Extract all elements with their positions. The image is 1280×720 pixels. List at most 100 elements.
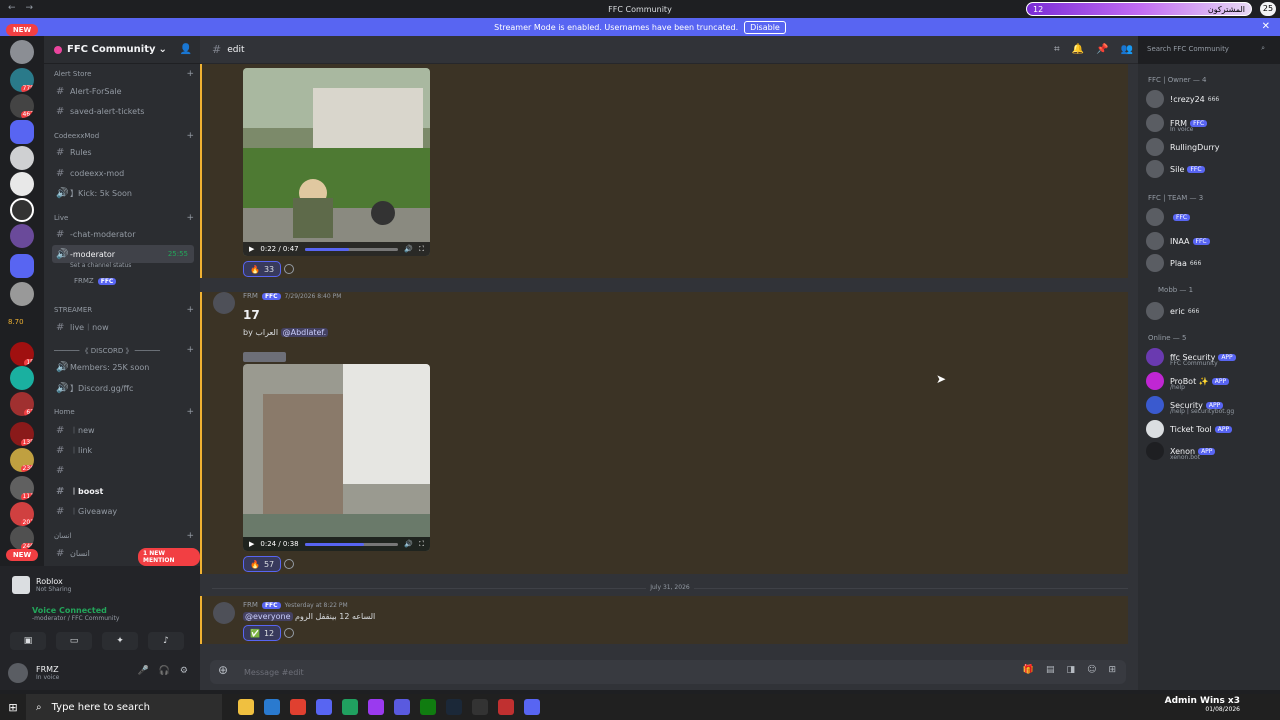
add-channel-icon[interactable]: +	[186, 213, 194, 223]
channel-moderator[interactable]: 🔊 -moderator 25:55	[52, 245, 194, 263]
member-item[interactable]: FFC	[1146, 206, 1276, 228]
user-mention[interactable]: @Abdlatef.	[280, 328, 329, 337]
obs-icon[interactable]	[498, 699, 514, 715]
invite-icon[interactable]: 👤	[180, 44, 192, 55]
video-player[interactable]: ▶ 0:24 / 0:38 🔊 ⛶	[243, 364, 430, 551]
server-icon[interactable]: 15	[10, 342, 34, 366]
server-icon[interactable]	[10, 120, 34, 144]
member-item[interactable]: FRM FFC In voice	[1146, 112, 1276, 134]
steam-icon[interactable]	[446, 699, 462, 715]
close-icon[interactable]: ✕	[1262, 21, 1270, 32]
server-icon[interactable]	[10, 172, 34, 196]
reaction-check[interactable]: ✅ 12	[243, 625, 282, 641]
video-player[interactable]: ▶ 0:22 / 0:47 🔊 ⛶	[243, 68, 430, 256]
server-icon[interactable]: 201	[10, 502, 34, 526]
reaction-fire[interactable]: 🔥 33	[243, 261, 282, 277]
add-channel-icon[interactable]: +	[186, 531, 194, 541]
channel-kick[interactable]: 🔊 】Kick: 5k Soon	[52, 184, 194, 202]
avatar[interactable]	[213, 602, 235, 624]
channel-chat-moderator[interactable]: # -chat-moderator	[52, 225, 194, 243]
gear-icon[interactable]: ⚙	[180, 666, 188, 676]
channel-members[interactable]: 🔊 Members: 25K soon	[52, 358, 194, 376]
discord-icon[interactable]	[524, 699, 540, 715]
channel-saved-alert[interactable]: # saved-alert-tickets	[52, 102, 194, 120]
app-icon[interactable]	[394, 699, 410, 715]
back-arrow-icon[interactable]: ←	[8, 3, 16, 13]
server-icon[interactable]	[10, 198, 34, 222]
vscode-icon[interactable]	[264, 699, 280, 715]
category-codeexx[interactable]: CodeexxMod +	[54, 131, 194, 141]
activities-icon[interactable]: ✦	[102, 632, 138, 650]
chrome-icon[interactable]	[290, 699, 306, 715]
channel-status[interactable]: Set a channel status	[70, 262, 131, 269]
server-icon[interactable]	[10, 254, 34, 278]
volume-icon[interactable]: 🔊	[404, 540, 413, 548]
voice-status[interactable]: Voice Connected -moderator / FFC Communi…	[12, 606, 119, 622]
member-item[interactable]: Plaa 666	[1146, 252, 1276, 274]
members-icon[interactable]: 👥	[1121, 44, 1133, 55]
add-attachment-icon[interactable]: ⊕	[218, 663, 228, 677]
channel-live-now[interactable]: # live︱now	[52, 318, 194, 336]
add-reaction-icon[interactable]	[284, 559, 294, 569]
gif-icon[interactable]: ▤	[1046, 665, 1055, 675]
member-item[interactable]: eric 666	[1146, 300, 1276, 322]
channel-discord-link[interactable]: 🔊 】Discord.gg/ffc	[52, 379, 194, 397]
add-channel-icon[interactable]: +	[186, 407, 194, 417]
video-progress[interactable]	[304, 542, 399, 546]
fullscreen-icon[interactable]: ⛶	[419, 540, 424, 549]
member-item[interactable]: Ticket Tool APP	[1146, 418, 1276, 440]
add-channel-icon[interactable]: +	[186, 131, 194, 141]
avatar[interactable]	[213, 292, 235, 314]
add-channel-icon[interactable]: +	[186, 69, 194, 79]
fullscreen-icon[interactable]: ⛶	[419, 245, 424, 254]
add-reaction-icon[interactable]	[284, 264, 294, 274]
category-streamer[interactable]: STREAMER +	[54, 305, 194, 315]
channel-alert-forsale[interactable]: # Alert-ForSale	[52, 82, 194, 100]
taskbar-search[interactable]: ⌕ Type here to search	[26, 694, 222, 720]
threads-icon[interactable]: ⌗	[1054, 44, 1060, 55]
windows-start-icon[interactable]: ⊞	[0, 694, 26, 720]
message-author[interactable]: FRM FFC Yesterday at 8:22 PM	[243, 601, 348, 609]
app-icon[interactable]	[472, 699, 488, 715]
deafen-icon[interactable]: 🎧	[159, 666, 170, 676]
volume-icon[interactable]: 🔊	[404, 245, 413, 253]
server-icon[interactable]: 236	[10, 448, 34, 472]
server-icon[interactable]	[10, 282, 34, 306]
message-author[interactable]: FRM FFC 7/29/2026 8:40 PM	[243, 292, 341, 300]
bell-icon[interactable]: 🔔	[1072, 44, 1084, 55]
voice-user[interactable]: FRMZ FFC	[52, 272, 194, 290]
category-discord[interactable]: ────── 《 DISCORD 》 ────── +	[54, 345, 194, 356]
activity-card[interactable]: Roblox Not Sharing	[8, 572, 194, 598]
server-icon[interactable]: 778	[10, 68, 34, 92]
forward-arrow-icon[interactable]: →	[26, 3, 34, 13]
channel-link[interactable]: # ︱link	[52, 441, 194, 459]
apps-icon[interactable]: ⊞	[1108, 665, 1116, 675]
channel-codeexx-mod[interactable]: # codeexx-mod	[52, 164, 194, 182]
pin-icon[interactable]: 📌	[1096, 44, 1108, 55]
server-icon[interactable]: 63	[10, 392, 34, 416]
channel-unnamed[interactable]: #	[52, 461, 194, 479]
server-icon[interactable]: 135	[10, 422, 34, 446]
message-input[interactable]: ⊕ Message #edit 🎁 ▤ ◨ ☺ ⊞	[210, 660, 1126, 684]
current-user[interactable]: FRMZ In voice 🎤 🎧 ⚙	[8, 660, 194, 686]
video-progress[interactable]	[304, 247, 399, 251]
server-icon[interactable]	[10, 40, 34, 64]
camera-off-icon[interactable]: ▣	[10, 632, 46, 650]
play-icon[interactable]: ▶	[249, 540, 254, 548]
channel-giveaway[interactable]: # ︱Giveaway	[52, 502, 194, 520]
member-item[interactable]: !crezy24 666	[1146, 88, 1276, 110]
xbox-icon[interactable]	[420, 699, 436, 715]
add-reaction-icon[interactable]	[284, 628, 294, 638]
add-channel-icon[interactable]: +	[186, 345, 194, 355]
mic-muted-icon[interactable]: 🎤	[137, 666, 148, 676]
play-icon[interactable]: ▶	[249, 245, 254, 253]
new-mention-pill[interactable]: 1 NEW MENTION	[138, 548, 200, 566]
member-item[interactable]: RullingDurry	[1146, 136, 1276, 158]
member-item[interactable]: INAA FFC	[1146, 230, 1276, 252]
app-icon[interactable]	[342, 699, 358, 715]
after-effects-icon[interactable]	[368, 699, 384, 715]
disable-streamer-button[interactable]: Disable	[744, 20, 786, 34]
screen-share-icon[interactable]: ▭	[56, 632, 92, 650]
member-item[interactable]: Xenon APP xenon.bot	[1146, 440, 1276, 462]
member-item[interactable]: ProBot ✨ APP/help	[1146, 370, 1276, 392]
